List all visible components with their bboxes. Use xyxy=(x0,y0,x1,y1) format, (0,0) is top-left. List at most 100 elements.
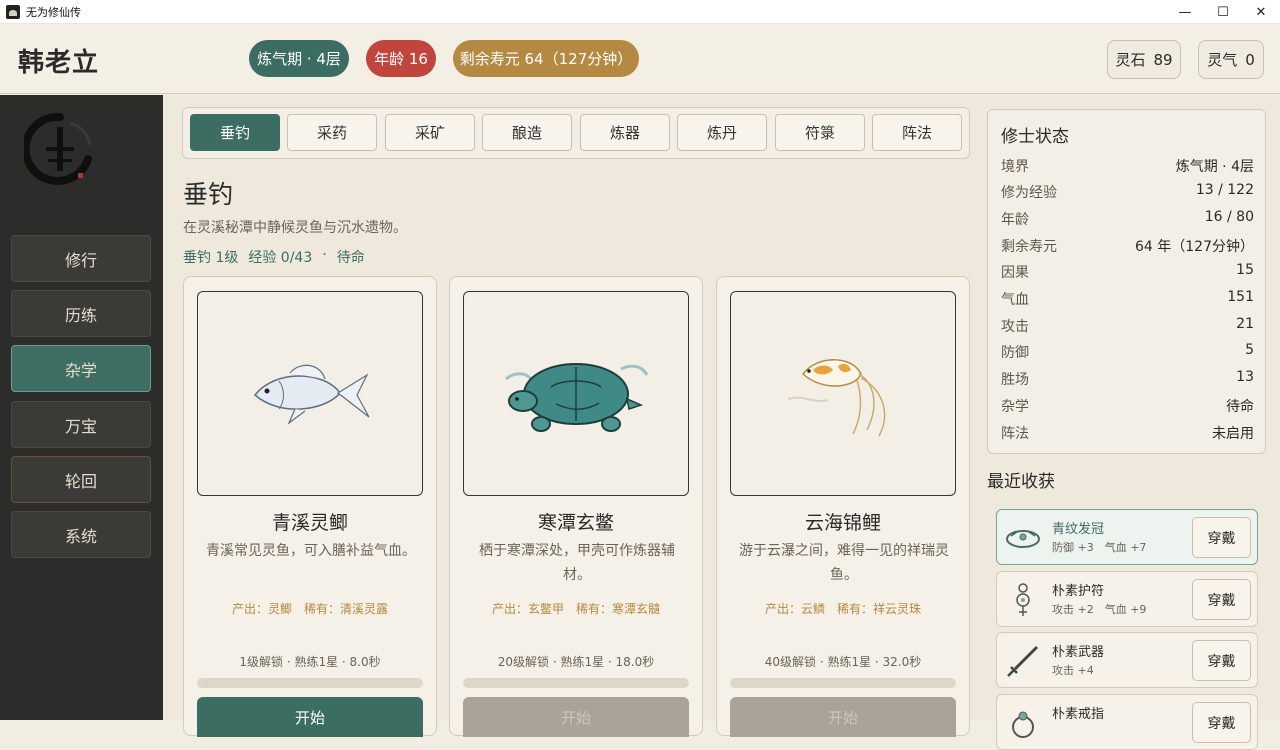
main-panel: 垂钓 采药 采矿 酿造 炼器 炼丹 符箓 阵法 垂钓 在灵溪秘潭中静候灵鱼与沉水… xyxy=(163,95,980,737)
status-key: 境界 xyxy=(1001,159,1029,175)
equip-button[interactable]: 穿戴 xyxy=(1192,579,1251,620)
status-title: 修士状态 xyxy=(1001,127,1069,147)
card-yield: 产出：灵鲫 稀有：清溪灵露 xyxy=(184,600,436,617)
app-icon xyxy=(6,4,20,19)
card-description: 游于云瀑之间，难得一见的祥瑞灵鱼。 xyxy=(739,543,949,583)
fishing-card: 青溪灵鲫 青溪常见灵鱼，可入膳补益气血。 产出：灵鲫 稀有：清溪灵露 1级解锁 … xyxy=(183,276,437,737)
card-requirement: 40级解锁 · 熟练1星 · 32.0秒 xyxy=(764,655,922,669)
tab-mining[interactable]: 采矿 xyxy=(385,114,475,151)
loot-stats: 攻击 +4 xyxy=(1052,664,1094,677)
equip-button[interactable]: 穿戴 xyxy=(1192,640,1251,681)
amulet-icon xyxy=(1005,582,1041,618)
tab-formations[interactable]: 阵法 xyxy=(872,114,962,151)
progress-bar xyxy=(730,678,956,688)
window-controls: — ☐ ✕ xyxy=(1166,0,1280,24)
status-panel: 修士状态 境界 炼气期 · 4层 修为经验 13 / 122 年龄 16 / 80 剩… xyxy=(987,109,1266,454)
sword-icon xyxy=(1005,643,1041,679)
fishing-card: 云海锦鲤 游于云瀑之间，难得一见的祥瑞灵鱼。 产出：云鳞 稀有：祥云灵珠 40级… xyxy=(716,276,970,737)
sidebar: 修行 历练 杂学 万宝 轮回 系统 xyxy=(0,95,163,720)
ring-icon xyxy=(1005,705,1041,741)
status-row: 气血 151 xyxy=(1001,289,1254,309)
card-requirement: 20级解锁 · 熟练1星 · 18.0秒 xyxy=(497,655,655,669)
top-header: 韩老立 炼气期 · 4层 年龄 16 剩余寿元 64（127分钟） 灵石 89 … xyxy=(0,24,1280,94)
status-key: 气血 xyxy=(1001,292,1029,308)
status-value: 16 / 80 xyxy=(1204,209,1254,225)
age-badge: 年龄 16 xyxy=(366,40,436,77)
tab-brewing[interactable]: 酿造 xyxy=(482,114,572,151)
realm-badge: 炼气期 · 4层 xyxy=(249,40,349,77)
tab-herbs[interactable]: 采药 xyxy=(287,114,377,151)
ink-logo-icon xyxy=(21,112,96,185)
fishing-card: 寒潭玄鳖 栖于寒潭深处，甲壳可作炼器辅材。 产出：玄鳖甲 稀有：寒潭玄髓 20级… xyxy=(449,276,703,737)
player-name: 韩老立 xyxy=(18,48,100,78)
equip-button[interactable]: 穿戴 xyxy=(1192,702,1251,743)
status-value: 151 xyxy=(1227,289,1254,305)
status-value: 13 xyxy=(1236,369,1254,385)
right-panel: 修士状态 境界 炼气期 · 4层 修为经验 13 / 122 年龄 16 / 80 剩… xyxy=(980,95,1280,750)
status-value: 5 xyxy=(1245,342,1254,358)
status-row: 年龄 16 / 80 xyxy=(1001,209,1254,229)
meta-separator: · xyxy=(322,247,327,263)
loot-name: 朴素戒指 xyxy=(1052,707,1105,722)
start-button[interactable]: 开始 xyxy=(197,697,423,737)
progress-bar xyxy=(197,678,423,688)
status-value: 64 年（127分钟） xyxy=(1135,239,1254,255)
window-title: 无为修仙传 xyxy=(26,5,81,19)
tab-alchemy[interactable]: 炼丹 xyxy=(677,114,767,151)
tab-forging[interactable]: 炼器 xyxy=(580,114,670,151)
status-key: 因果 xyxy=(1001,265,1029,281)
nav-cultivation[interactable]: 修行 xyxy=(11,235,151,282)
window-titlebar: 无为修仙传 — ☐ ✕ xyxy=(0,0,1280,24)
spirit-qi-value: 0 xyxy=(1245,50,1255,69)
nav-crafts[interactable]: 杂学 xyxy=(11,345,151,392)
status-row: 修为经验 13 / 122 xyxy=(1001,182,1254,202)
nav-adventure[interactable]: 历练 xyxy=(11,290,151,337)
skill-level: 垂钓 1级 xyxy=(183,250,239,266)
loot-name: 朴素武器 xyxy=(1052,645,1105,660)
card-yield-output: 产出：灵鲫 xyxy=(231,602,292,616)
card-yield-rare: 稀有：祥云灵珠 xyxy=(837,602,922,616)
status-key: 胜场 xyxy=(1001,372,1029,388)
status-row: 阵法 未启用 xyxy=(1001,423,1254,443)
status-key: 年龄 xyxy=(1001,212,1029,228)
nav-reincarnation[interactable]: 轮回 xyxy=(11,456,151,503)
status-key: 杂学 xyxy=(1001,399,1029,415)
card-yield: 产出：云鳞 稀有：祥云灵珠 xyxy=(717,600,969,617)
card-name: 寒潭玄鳖 xyxy=(537,512,614,534)
status-key: 剩余寿元 xyxy=(1001,239,1057,255)
tab-fishing[interactable]: 垂钓 xyxy=(190,114,280,151)
card-yield-output: 产出：云鳞 xyxy=(764,602,825,616)
progress-bar xyxy=(463,678,689,688)
card-yield: 产出：玄鳖甲 稀有：寒潭玄髓 xyxy=(450,600,702,617)
status-value: 13 / 122 xyxy=(1195,182,1254,198)
section-description: 在灵溪秘潭中静候灵鱼与沉水遗物。 xyxy=(183,220,407,236)
status-row: 杂学 待命 xyxy=(1001,396,1254,416)
nav-treasures[interactable]: 万宝 xyxy=(11,401,151,448)
status-value: 未启用 xyxy=(1212,426,1254,442)
nav-system[interactable]: 系统 xyxy=(11,511,151,558)
card-description: 栖于寒潭深处，甲壳可作炼器辅材。 xyxy=(479,543,675,583)
koi-icon xyxy=(730,291,956,496)
spirit-qi-label: 灵气 xyxy=(1207,51,1238,69)
status-key: 防御 xyxy=(1001,345,1029,361)
status-value: 炼气期 · 4层 xyxy=(1175,159,1254,175)
tab-talismans[interactable]: 符箓 xyxy=(775,114,865,151)
status-row: 防御 5 xyxy=(1001,342,1254,362)
maximize-button[interactable]: ☐ xyxy=(1204,0,1242,24)
loot-item: 朴素护符 攻击 +2 气血 +9 穿戴 xyxy=(996,571,1258,627)
minimize-button[interactable]: — xyxy=(1166,0,1204,24)
status-value: 待命 xyxy=(1226,399,1254,415)
loot-item: 青纹发冠 防御 +3 气血 +7 穿戴 xyxy=(996,509,1258,565)
close-button[interactable]: ✕ xyxy=(1242,0,1280,24)
skill-state: 待命 xyxy=(336,250,365,266)
status-row: 攻击 21 xyxy=(1001,316,1254,336)
loot-name: 青纹发冠 xyxy=(1052,522,1105,537)
start-button[interactable]: 开始 xyxy=(463,697,689,737)
fish-icon xyxy=(197,291,423,496)
status-row: 境界 炼气期 · 4层 xyxy=(1001,156,1254,176)
equip-button[interactable]: 穿戴 xyxy=(1192,517,1251,558)
card-description: 青溪常见灵鱼，可入膳补益气血。 xyxy=(206,543,416,559)
status-value: 15 xyxy=(1236,262,1254,278)
start-button[interactable]: 开始 xyxy=(730,697,956,737)
turtle-icon xyxy=(463,291,689,496)
